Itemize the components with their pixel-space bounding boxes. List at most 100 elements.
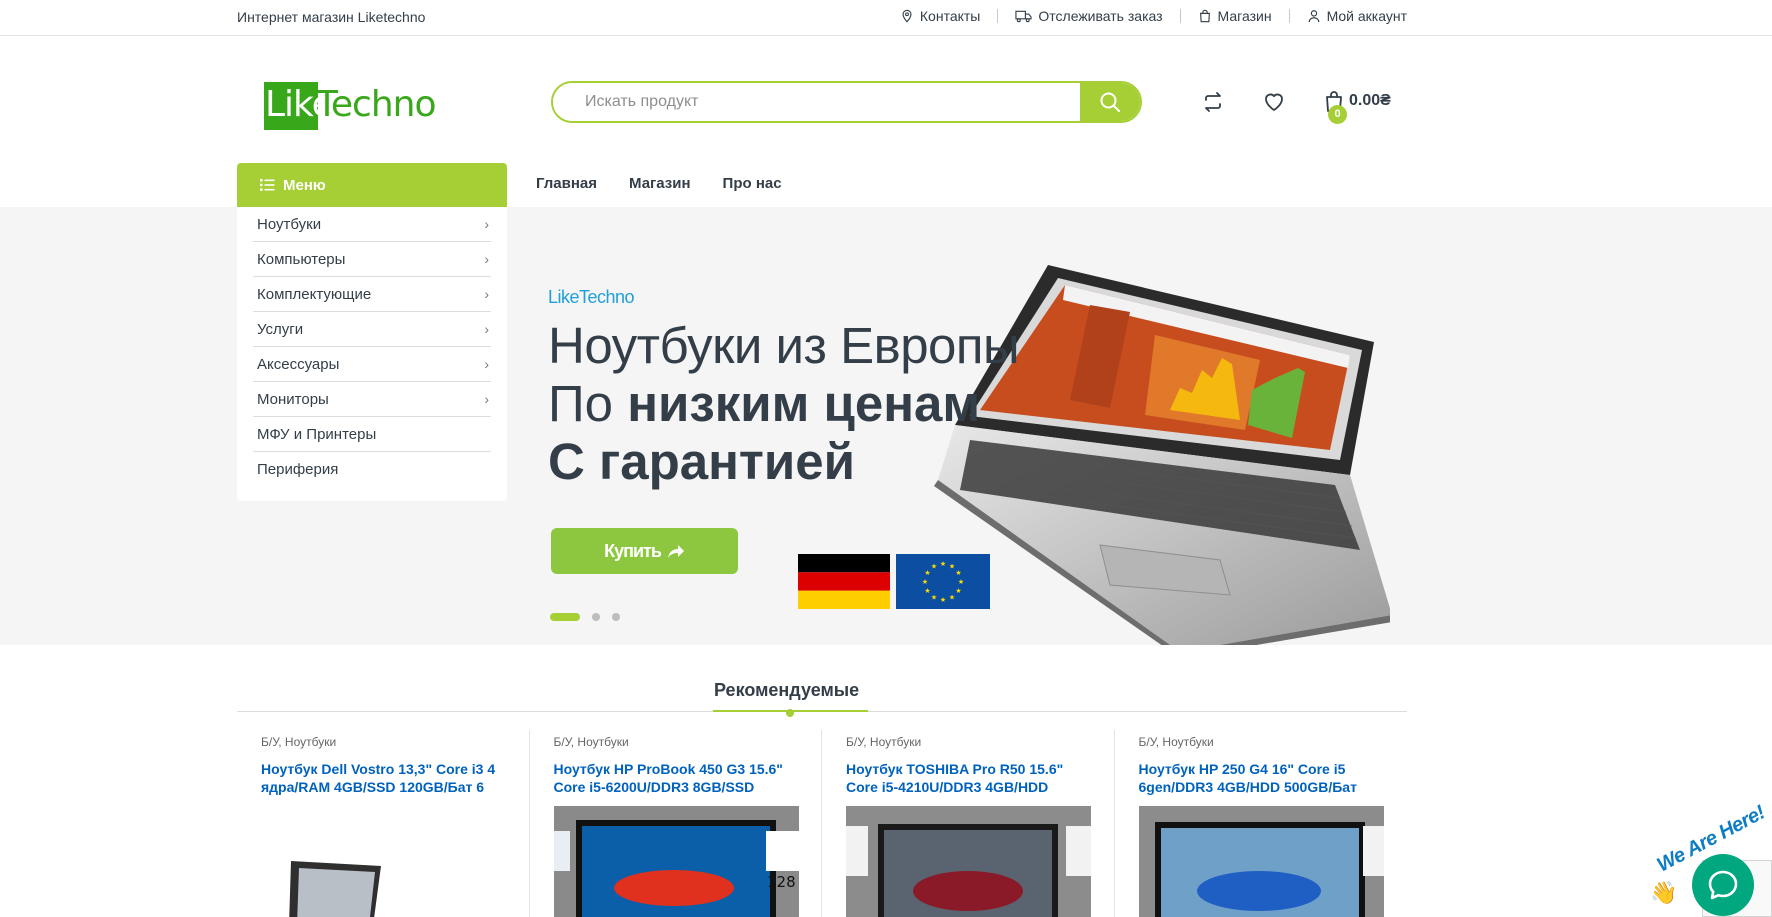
buy-label: Купить xyxy=(604,540,662,561)
svg-text:★: ★ xyxy=(924,587,930,595)
category-label: Аксессуары xyxy=(257,355,340,373)
product-category[interactable]: Б/У, Ноутбуки xyxy=(846,735,1090,749)
main-nav: Главная Магазин Про нас xyxy=(536,175,782,192)
category-menu-button[interactable]: Меню xyxy=(237,163,507,207)
cart-total[interactable]: 0.00₴ xyxy=(1349,92,1391,110)
chevron-right-icon: › xyxy=(484,321,489,337)
shop-link[interactable]: Магазин xyxy=(1198,8,1272,24)
category-item-services[interactable]: Услуги › xyxy=(253,312,491,347)
product-card[interactable]: Б/У, Ноутбуки Ноутбук TOSHIBA Pro R50 15… xyxy=(822,730,1115,917)
category-label: Ноутбуки xyxy=(257,215,322,233)
category-label: Комплектующие xyxy=(257,285,372,303)
svg-text:★: ★ xyxy=(924,569,930,577)
waving-hand-icon: 👋 xyxy=(1650,880,1678,905)
search-icon xyxy=(1100,92,1120,112)
product-category[interactable]: Б/У, Ноутбуки xyxy=(261,735,505,749)
search-input[interactable] xyxy=(553,83,1080,121)
chat-bubble-icon xyxy=(1708,870,1738,900)
hero-headline-2-bold: низким ценам xyxy=(627,375,981,432)
cart-count-badge: 0 xyxy=(1328,105,1347,124)
chevron-right-icon: › xyxy=(484,251,489,267)
svg-text:★: ★ xyxy=(955,587,961,595)
slide-dot-3[interactable] xyxy=(612,613,620,621)
category-item-monitors[interactable]: Мониторы › xyxy=(253,382,491,417)
slider-pagination xyxy=(550,613,620,621)
map-pin-icon xyxy=(902,9,912,23)
svg-text:★: ★ xyxy=(922,578,928,586)
top-links: Контакты Отслеживать заказ Магазин Мой а… xyxy=(900,8,1407,24)
share-arrow-icon xyxy=(667,544,684,558)
category-label: МФУ и Принтеры xyxy=(257,425,377,443)
category-item-accessories[interactable]: Аксессуары › xyxy=(253,347,491,382)
chat-button[interactable] xyxy=(1692,854,1754,916)
product-title[interactable]: Ноутбук Dell Vostro 13,3" Core i3 4 ядра… xyxy=(261,760,505,796)
account-link[interactable]: Мой аккаунт xyxy=(1307,8,1407,24)
product-title[interactable]: Ноутбук HP ProBook 450 G3 15.6" Core i5-… xyxy=(554,760,798,796)
nav-item-home[interactable]: Главная xyxy=(536,175,597,192)
shop-label: Магазин xyxy=(1217,8,1272,24)
svg-text:★: ★ xyxy=(955,569,961,577)
product-card[interactable]: Б/У, Ноутбуки Ноутбук Dell Vostro 13,3" … xyxy=(237,730,530,917)
hero-headline-1: Ноутбуки из Европы xyxy=(548,317,1020,374)
product-image[interactable] xyxy=(261,806,506,917)
product-image[interactable] xyxy=(1138,806,1384,917)
contacts-link[interactable]: Контакты xyxy=(900,8,980,24)
contacts-label: Контакты xyxy=(919,8,981,24)
category-label: Услуги xyxy=(257,320,304,338)
svg-text:★: ★ xyxy=(958,578,964,586)
divider xyxy=(1179,9,1181,23)
hero-brand: LikeTechno xyxy=(548,287,635,307)
category-item-computers[interactable]: Компьютеры › xyxy=(253,242,491,277)
category-label: Мониторы xyxy=(257,390,329,408)
category-item-laptops[interactable]: Ноутбуки › xyxy=(253,207,491,242)
track-order-link[interactable]: Отслеживать заказ xyxy=(1015,8,1163,24)
shopping-bag-icon xyxy=(1199,9,1210,23)
svg-text:★: ★ xyxy=(940,596,946,604)
account-label: Мой аккаунт xyxy=(1326,8,1407,24)
category-item-printers[interactable]: МФУ и Принтеры xyxy=(253,417,491,452)
truck-icon xyxy=(1015,10,1032,23)
product-category[interactable]: Б/У, Ноутбуки xyxy=(1139,735,1384,749)
category-item-components[interactable]: Комплектующие › xyxy=(253,277,491,312)
category-list: Ноутбуки › Компьютеры › Комплектующие › Усл… xyxy=(237,207,507,501)
divider xyxy=(1288,9,1290,23)
svg-text:★: ★ xyxy=(931,594,937,602)
product-card[interactable]: Б/У, Ноутбуки Ноутбук HP 250 G4 16" Core… xyxy=(1115,730,1408,917)
slide-dot-2[interactable] xyxy=(592,613,600,621)
hero-headline-2-prefix: По xyxy=(548,375,628,432)
welcome-text: Интернет магазин Liketechno xyxy=(237,9,426,25)
category-item-peripherals[interactable]: Периферия xyxy=(253,452,491,487)
svg-text:128: 128 xyxy=(767,873,796,891)
site-logo[interactable]: Like Techno xyxy=(264,80,436,132)
svg-text:★: ★ xyxy=(931,563,937,571)
product-image[interactable] xyxy=(846,806,1091,917)
svg-text:★: ★ xyxy=(949,594,955,602)
svg-text:★: ★ xyxy=(940,560,946,568)
hero-headline-2: По низким ценам xyxy=(548,374,980,433)
chevron-right-icon: › xyxy=(484,286,489,302)
svg-text:★: ★ xyxy=(949,563,955,571)
track-order-label: Отслеживать заказ xyxy=(1038,8,1163,24)
compare-icon[interactable] xyxy=(1201,90,1225,114)
product-card[interactable]: Б/У, Ноутбуки Ноутбук HP ProBook 450 G3 … xyxy=(530,730,822,917)
slide-dot-1[interactable] xyxy=(550,613,580,621)
chevron-right-icon: › xyxy=(484,216,489,232)
list-icon xyxy=(260,179,275,191)
recommended-tab[interactable]: Рекомендуемые xyxy=(714,680,859,701)
category-label: Периферия xyxy=(257,461,339,478)
chevron-right-icon: › xyxy=(484,356,489,372)
category-label: Компьютеры xyxy=(257,250,346,268)
logo-techno-text: Techno xyxy=(316,84,436,125)
nav-item-shop[interactable]: Магазин xyxy=(629,175,691,192)
product-title[interactable]: Ноутбук TOSHIBA Pro R50 15.6" Core i5-42… xyxy=(846,760,1090,796)
buy-button[interactable]: Купить xyxy=(551,528,738,574)
heart-icon[interactable] xyxy=(1262,90,1286,114)
chevron-right-icon: › xyxy=(484,391,489,407)
product-image[interactable]: 128 xyxy=(553,806,799,917)
product-category[interactable]: Б/У, Ноутбуки xyxy=(554,735,798,749)
product-title[interactable]: Ноутбук HP 250 G4 16" Core i5 6gen/DDR3 … xyxy=(1139,760,1384,796)
user-icon xyxy=(1308,10,1319,23)
nav-item-about[interactable]: Про нас xyxy=(723,175,782,192)
search-button[interactable] xyxy=(1080,83,1140,121)
search-bar xyxy=(551,81,1142,123)
